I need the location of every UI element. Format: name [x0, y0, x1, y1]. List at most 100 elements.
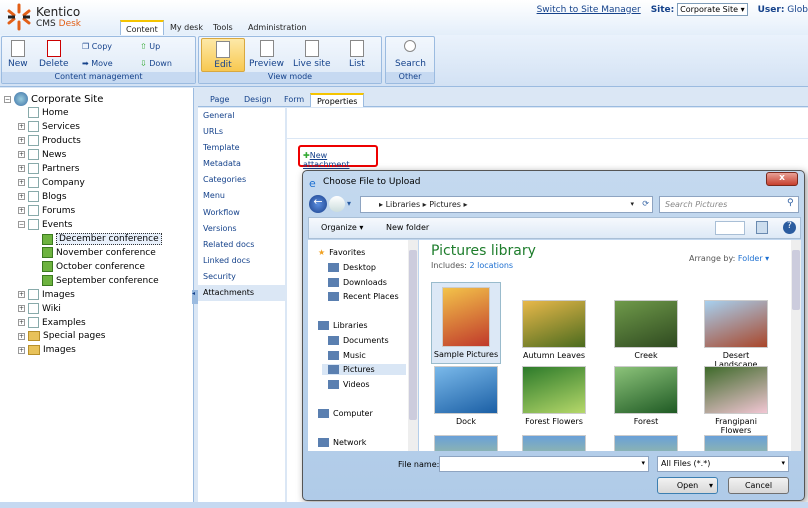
menu-menu[interactable]: Menu: [198, 188, 285, 204]
nav-recent-places[interactable]: Recent Places: [328, 292, 399, 301]
file-name-input[interactable]: ▾: [439, 456, 649, 472]
tab-properties[interactable]: Properties: [310, 93, 365, 107]
file-thumbnail[interactable]: [431, 435, 501, 451]
expand-icon[interactable]: +: [18, 207, 25, 214]
expand-icon[interactable]: +: [18, 165, 25, 172]
search-button[interactable]: Search: [395, 40, 426, 69]
list-button[interactable]: List: [349, 40, 365, 69]
file-thumbnail[interactable]: [701, 435, 771, 451]
breadcrumb-pictures[interactable]: Pictures: [429, 200, 461, 209]
delete-button[interactable]: Delete: [39, 40, 69, 69]
edit-button[interactable]: Edit: [201, 38, 245, 72]
file-thumbnail[interactable]: Frangipani Flowers: [701, 366, 771, 435]
expand-icon[interactable]: +: [18, 137, 25, 144]
new-attachment-link[interactable]: ✚New attachment: [298, 145, 378, 169]
tree-node-september-conference[interactable]: September conference: [42, 275, 159, 286]
file-thumbnail[interactable]: [611, 435, 681, 451]
open-button[interactable]: Open ▾: [657, 477, 718, 494]
cancel-button[interactable]: Cancel: [728, 477, 789, 494]
copy-button[interactable]: ❐ Copy: [82, 42, 112, 51]
refresh-icon[interactable]: ⟳: [642, 199, 649, 208]
collapse-icon[interactable]: −: [18, 221, 25, 228]
forward-button[interactable]: [329, 196, 345, 212]
nav-videos[interactable]: Videos: [328, 380, 370, 389]
nav-network[interactable]: Network: [318, 438, 366, 447]
nav-music[interactable]: Music: [328, 351, 366, 360]
expand-icon[interactable]: +: [18, 123, 25, 130]
tree-node-special-pages[interactable]: + Special pages: [18, 331, 105, 341]
nav-scrollbar[interactable]: [408, 240, 418, 451]
locations-link[interactable]: 2 locations: [470, 261, 514, 270]
tab-tools[interactable]: Tools: [208, 20, 238, 35]
tree-node-december-conference[interactable]: December conference: [42, 233, 162, 245]
menu-versions[interactable]: Versions: [198, 221, 285, 237]
expand-icon[interactable]: +: [18, 151, 25, 158]
nav-documents[interactable]: Documents: [328, 336, 389, 345]
file-thumbnail[interactable]: Autumn Leaves: [519, 300, 589, 360]
tree-node-november-conference[interactable]: November conference: [42, 247, 156, 258]
menu-related-docs[interactable]: Related docs: [198, 237, 285, 253]
file-thumbnail[interactable]: Dock: [431, 366, 501, 426]
menu-template[interactable]: Template: [198, 140, 285, 156]
arrange-dropdown[interactable]: Folder ▾: [738, 254, 769, 263]
new-button[interactable]: New: [8, 40, 28, 69]
tree-node-images-folder[interactable]: + Images: [18, 345, 76, 355]
file-type-select[interactable]: All Files (*.*) ▾: [657, 456, 789, 472]
up-button[interactable]: ⇧ Up: [140, 42, 160, 51]
tree-node-events[interactable]: − Events: [18, 219, 72, 230]
tree-node-home[interactable]: Home: [28, 107, 69, 118]
live-site-button[interactable]: Live site: [293, 40, 331, 69]
new-folder-button[interactable]: New folder: [386, 223, 429, 232]
tree-node-examples[interactable]: + Examples: [18, 317, 86, 328]
tree-node-wiki[interactable]: + Wiki: [18, 303, 61, 314]
down-button[interactable]: ⇩ Down: [140, 59, 172, 68]
menu-linked-docs[interactable]: Linked docs: [198, 253, 285, 269]
nav-pictures[interactable]: Pictures: [322, 364, 406, 375]
file-thumbnail[interactable]: Forest: [611, 366, 681, 426]
move-button[interactable]: ➡ Move: [82, 59, 113, 68]
nav-computer[interactable]: Computer: [318, 409, 373, 418]
expand-icon[interactable]: +: [18, 193, 25, 200]
tree-node-partners[interactable]: + Partners: [18, 163, 79, 174]
preview-pane-icon[interactable]: [756, 221, 768, 234]
tree-node-images[interactable]: + Images: [18, 289, 75, 300]
address-bar[interactable]: ▸ Libraries ▸ Pictures ▸ ▾ ⟳: [360, 196, 653, 213]
menu-urls[interactable]: URLs: [198, 124, 285, 140]
tree-node-news[interactable]: + News: [18, 149, 66, 160]
menu-workflow[interactable]: Workflow: [198, 205, 285, 221]
tree-node-services[interactable]: + Services: [18, 121, 80, 132]
tab-content[interactable]: Content: [120, 20, 164, 35]
file-thumbnail[interactable]: Desert Landscape: [701, 300, 771, 369]
tree-node-blogs[interactable]: + Blogs: [18, 191, 67, 202]
collapse-icon[interactable]: −: [4, 95, 11, 103]
breadcrumb-libraries[interactable]: Libraries: [386, 200, 421, 209]
expand-icon[interactable]: +: [18, 346, 25, 354]
change-view-button[interactable]: [715, 221, 745, 235]
close-button[interactable]: x: [766, 172, 798, 186]
menu-categories[interactable]: Categories: [198, 172, 285, 188]
menu-security[interactable]: Security: [198, 269, 285, 285]
nav-desktop[interactable]: Desktop: [328, 263, 376, 272]
expand-icon[interactable]: +: [18, 332, 25, 340]
tab-my-desk[interactable]: My desk: [165, 20, 208, 35]
file-thumbnail[interactable]: Creek: [611, 300, 681, 360]
expand-icon[interactable]: +: [18, 305, 25, 312]
expand-icon[interactable]: +: [18, 319, 25, 326]
chevron-down-icon[interactable]: ▾: [630, 200, 634, 208]
menu-attachments[interactable]: Attachments: [198, 285, 285, 302]
help-icon[interactable]: ?: [783, 221, 796, 234]
site-select[interactable]: Corporate Site ▾: [677, 3, 748, 16]
preview-button[interactable]: Preview: [249, 40, 284, 69]
recent-pages-dropdown[interactable]: ▾: [347, 199, 351, 208]
tab-page[interactable]: Page: [204, 93, 235, 107]
back-button[interactable]: ←: [309, 195, 327, 213]
expand-icon[interactable]: +: [18, 291, 25, 298]
file-thumbnail[interactable]: Sample Pictures: [431, 282, 501, 364]
kentico-logo[interactable]: Kentico CMS Desk: [6, 3, 116, 33]
nav-favorites[interactable]: ★ Favorites: [318, 248, 365, 257]
organize-button[interactable]: Organize ▾: [321, 223, 363, 232]
file-thumbnail[interactable]: [519, 435, 589, 451]
menu-metadata[interactable]: Metadata: [198, 156, 285, 172]
tab-form[interactable]: Form: [278, 93, 310, 107]
search-input[interactable]: Search Pictures: [659, 196, 799, 213]
